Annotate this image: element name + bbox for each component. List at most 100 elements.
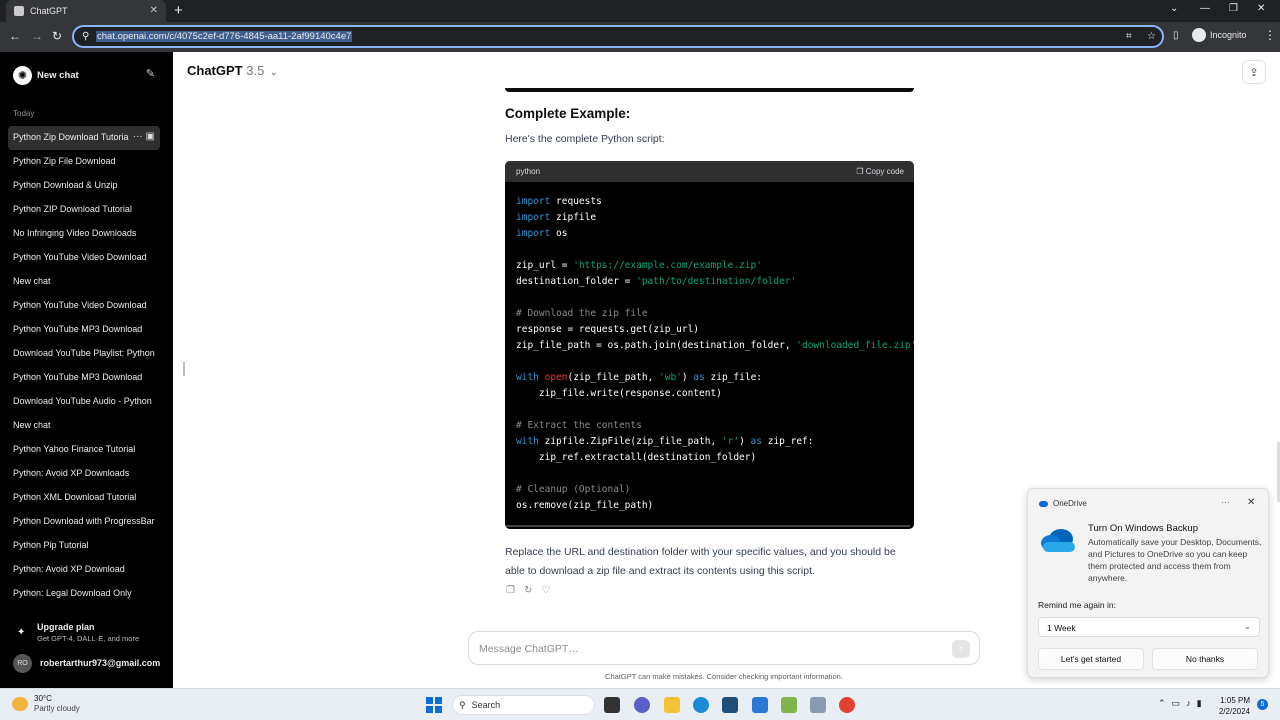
share-button[interactable]: ⇪ xyxy=(1242,60,1266,84)
weather-widget[interactable]: 30°C Partly cloudy xyxy=(12,694,80,714)
side-panel-icon[interactable]: ▯ xyxy=(1173,30,1179,41)
file-explorer-icon[interactable] xyxy=(664,697,680,713)
copy-message-icon[interactable]: ❐ xyxy=(506,585,515,596)
sidebar-history-item[interactable]: No Infringing Video Downloads xyxy=(8,222,160,246)
browser-tab-bar: ChatGPT ✕ + ⌄ — ❐ ✕ xyxy=(0,0,1280,22)
sidebar-history-item[interactable]: Python YouTube MP3 Download xyxy=(8,366,160,390)
visual-studio-code-icon[interactable] xyxy=(752,697,768,713)
copy-code-button[interactable]: ❐ Copy code xyxy=(856,167,904,176)
url-text[interactable]: chat.openai.com/c/4075c2ef-d776-4845-aa1… xyxy=(96,31,353,42)
edit-icon[interactable]: ✎ xyxy=(146,67,155,80)
sidebar-history-item[interactable]: Python: Avoid XP Downloads xyxy=(8,462,160,486)
tab-search-icon[interactable]: ⌄ xyxy=(1170,3,1178,14)
incognito-indicator[interactable]: Incognito xyxy=(1192,28,1247,42)
app-window-icon[interactable] xyxy=(810,697,826,713)
sidebar-history-item[interactable]: Python Download & Unzip xyxy=(8,174,160,198)
sidebar-history-item[interactable]: Python: Legal Download Only xyxy=(8,582,160,606)
close-icon[interactable]: ✕ xyxy=(1247,497,1255,508)
notification-badge[interactable]: 5 xyxy=(1257,699,1268,710)
history-item-label: Python Zip Download Tutorial xyxy=(13,132,131,142)
history-item-label: Python Pip Tutorial xyxy=(13,540,89,550)
no-thanks-button[interactable]: No thanks xyxy=(1152,648,1258,670)
archive-icon[interactable]: ▣ xyxy=(146,131,155,142)
code-block: python ❐ Copy code import requests impor… xyxy=(505,161,914,529)
system-tray: ⌃ ▭ ♪ ▮ xyxy=(1158,698,1202,709)
history-item-label: Python YouTube Video Download xyxy=(13,252,147,262)
taskbar-search[interactable]: ⚲ Search xyxy=(452,695,595,715)
intro-text: Here's the complete Python script: xyxy=(505,133,665,145)
chat-app-icon[interactable] xyxy=(634,697,650,713)
address-bar[interactable]: ⚲ chat.openai.com/c/4075c2ef-d776-4845-a… xyxy=(72,25,1164,48)
notification-description: Automatically save your Desktop, Documen… xyxy=(1088,537,1262,583)
sidebar-history-item[interactable]: New chat xyxy=(8,414,160,438)
chevron-down-icon: ⌄ xyxy=(269,67,278,77)
notepad-plus-plus-icon[interactable] xyxy=(781,697,797,713)
history-item-label: Download YouTube Playlist: Python xyxy=(13,348,155,358)
minimize-icon[interactable]: — xyxy=(1200,3,1210,14)
new-chat-button[interactable]: ✺ New chat ✎ xyxy=(13,64,160,86)
close-window-icon[interactable]: ✕ xyxy=(1257,3,1265,14)
sidebar-history-item[interactable]: Download YouTube Playlist: Python xyxy=(8,342,160,366)
remind-select[interactable]: 1 Week ⌄ xyxy=(1038,617,1260,637)
sidebar-history-item[interactable]: Python Zip Download Tutorial ··· ▣ xyxy=(8,126,160,150)
sidebar-history-item[interactable]: New chat xyxy=(8,270,160,294)
sidebar-history-item[interactable]: Download YouTube Audio - Python xyxy=(8,390,160,414)
message-input[interactable] xyxy=(479,639,939,659)
sidebar-history-item[interactable]: Python Download with ProgressBar xyxy=(8,510,160,534)
lets-get-started-button[interactable]: Let's get started xyxy=(1038,648,1144,670)
sidebar-history-item[interactable]: Python YouTube MP3 Download xyxy=(8,318,160,342)
install-app-icon[interactable]: ⌗ xyxy=(1126,31,1132,42)
task-view-icon[interactable] xyxy=(604,697,620,713)
history-item-label: New chat xyxy=(13,276,51,286)
clock[interactable]: 1:05 PM 2/2/2024 xyxy=(1212,695,1250,717)
sidebar-history-item[interactable]: Python: Avoid XP Download xyxy=(8,558,160,582)
new-tab-icon[interactable]: + xyxy=(174,2,183,19)
browser-tab[interactable]: ChatGPT ✕ xyxy=(6,0,166,22)
bookmark-star-icon[interactable]: ☆ xyxy=(1147,31,1156,42)
more-options-icon[interactable]: ··· xyxy=(1221,497,1230,507)
thumbs-down-icon[interactable]: ♡ xyxy=(541,585,550,596)
maximize-icon[interactable]: ❐ xyxy=(1229,3,1238,14)
sidebar-history-item[interactable]: Python YouTube Video Download xyxy=(8,294,160,318)
chevron-up-icon[interactable]: ⌃ xyxy=(1158,698,1166,709)
code-horizontal-scrollbar[interactable] xyxy=(505,525,910,527)
user-menu[interactable]: RO robertarthur973@gmail.com xyxy=(13,653,163,673)
code-content: import requests import zipfile import os… xyxy=(516,196,914,511)
browser-menu-icon[interactable]: ⋮ xyxy=(1264,28,1276,42)
edge-browser-icon[interactable] xyxy=(693,697,709,713)
close-tab-icon[interactable]: ✕ xyxy=(150,5,158,16)
partly-cloudy-icon xyxy=(12,697,28,711)
history-item-label: New chat xyxy=(13,420,51,430)
sidebar: ✺ New chat ✎ Today Python Zip Download T… xyxy=(0,52,173,688)
volume-icon[interactable]: ♪ xyxy=(1186,698,1191,709)
reload-icon[interactable]: ↻ xyxy=(52,29,62,43)
regenerate-icon[interactable]: ↻ xyxy=(524,585,532,596)
send-button[interactable]: ↑ xyxy=(952,640,970,658)
sidebar-history-item[interactable]: Python Pip Tutorial xyxy=(8,534,160,558)
sidebar-history-item[interactable]: Python Yahoo Finance Tutorial xyxy=(8,438,160,462)
site-info-icon[interactable]: ⚲ xyxy=(82,31,89,42)
sidebar-history-item[interactable]: Python YouTube Video Download xyxy=(8,246,160,270)
sidebar-history-item[interactable]: Python Zip File Download xyxy=(8,150,160,174)
back-icon[interactable]: ← xyxy=(9,29,21,43)
onedrive-notification: OneDrive ··· ✕ Turn On Windows Backup Au… xyxy=(1027,488,1269,678)
sidebar-resize-handle[interactable] xyxy=(183,362,185,376)
model-selector[interactable]: ChatGPT 3.5 ⌄ xyxy=(187,63,278,78)
sidebar-history-item[interactable]: Python ZIP Download Tutorial xyxy=(8,198,160,222)
item-actions: ··· ▣ xyxy=(128,126,155,148)
code-block-header: python ❐ Copy code xyxy=(505,161,914,182)
sidebar-history-item[interactable]: Python XML Download Tutorial xyxy=(8,486,160,510)
history-item-label: Python YouTube MP3 Download xyxy=(13,372,143,382)
network-icon[interactable]: ▭ xyxy=(1172,698,1181,709)
forward-icon[interactable]: → xyxy=(31,29,43,43)
battery-icon[interactable]: ▮ xyxy=(1197,698,1202,709)
user-email: robertarthur973@gmail.com xyxy=(40,658,161,668)
chrome-browser-icon[interactable] xyxy=(839,697,855,713)
openai-logo-icon: ✺ xyxy=(13,65,32,85)
store-icon[interactable] xyxy=(722,697,738,713)
history-item-label: Python YouTube Video Download xyxy=(13,300,147,310)
start-button[interactable] xyxy=(426,697,442,713)
message-actions: ❐ ↻ ♡ xyxy=(506,585,550,596)
more-options-icon[interactable]: ··· xyxy=(133,131,146,142)
section-heading: Complete Example: xyxy=(505,106,631,121)
